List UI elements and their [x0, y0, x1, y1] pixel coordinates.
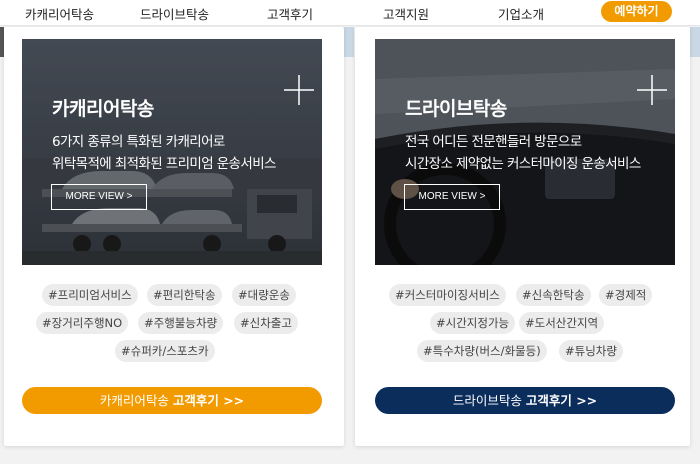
card-description-line1: 전국 어디든 전문핸들러 방문으로	[405, 134, 582, 150]
nav-item-drive[interactable]: 드라이브탁송	[140, 4, 209, 23]
cta-label: 드라이브탁송	[452, 393, 522, 408]
card-title: 카캐리어탁송	[52, 98, 154, 120]
card-description-line2: 위탁목적에 최적화된 프리미엄 운송서비스	[52, 156, 276, 172]
plus-icon[interactable]	[284, 75, 314, 105]
tag[interactable]: #주행불능차량	[138, 312, 224, 334]
tag[interactable]: #커스터마이징서비스	[389, 284, 506, 306]
tag[interactable]: #경제적	[599, 284, 653, 306]
drive-photo: 드라이브탁송 전국 어디든 전문핸들러 방문으로 시간장소 제약없는 커스터마이…	[375, 39, 675, 265]
tag[interactable]: #특수차량(버스/화물등)	[417, 340, 547, 362]
drive-reviews-button[interactable]: 드라이브탁송 고객후기 >>	[375, 387, 675, 414]
tag[interactable]: #시간지정가능	[430, 312, 516, 334]
reserve-button[interactable]: 예약하기	[601, 1, 672, 22]
cta-label: 카캐리어탁송	[99, 393, 169, 408]
cta-bold-label: 고객후기 >>	[525, 393, 598, 408]
tag[interactable]: #도서산간지역	[519, 312, 605, 334]
tag[interactable]: #편리한탁송	[147, 284, 222, 306]
service-card-drive: 드라이브탁송 전국 어디든 전문핸들러 방문으로 시간장소 제약없는 커스터마이…	[355, 27, 690, 446]
more-view-button[interactable]: MORE VIEW >	[51, 184, 147, 210]
tag[interactable]: #프리미엄서비스	[42, 284, 138, 306]
top-navigation: 카캐리어탁송 드라이브탁송 고객후기 고객지원 기업소개 예약하기	[0, 0, 700, 26]
tag[interactable]: #신속한탁송	[516, 284, 591, 306]
car-carrier-reviews-button[interactable]: 카캐리어탁송 고객후기 >>	[22, 387, 322, 414]
car-carrier-photo: 카캐리어탁송 6가지 종류의 특화된 카캐리어로 위탁목적에 최적화된 프리미엄…	[22, 39, 322, 265]
tag[interactable]: #슈퍼카/스포츠카	[115, 340, 215, 362]
tag[interactable]: #튜닝차량	[559, 340, 623, 362]
background-strip	[690, 27, 700, 57]
cta-bold-label: 고객후기 >>	[172, 393, 245, 408]
service-card-car-carrier: 카캐리어탁송 6가지 종류의 특화된 카캐리어로 위탁목적에 최적화된 프리미엄…	[4, 27, 344, 446]
tag[interactable]: #신차출고	[234, 312, 298, 334]
tag[interactable]: #장거리주행NO	[36, 312, 129, 334]
card-description-line2: 시간장소 제약없는 커스터마이징 운송서비스	[405, 156, 641, 172]
plus-icon[interactable]	[637, 75, 667, 105]
tag[interactable]: #대량운송	[232, 284, 296, 306]
card-description-line1: 6가지 종류의 특화된 카캐리어로	[52, 134, 225, 150]
nav-item-reviews[interactable]: 고객후기	[267, 4, 313, 23]
more-view-button[interactable]: MORE VIEW >	[404, 184, 500, 210]
nav-item-car-carrier[interactable]: 카캐리어탁송	[25, 4, 94, 23]
nav-item-company[interactable]: 기업소개	[498, 4, 544, 23]
nav-item-support[interactable]: 고객지원	[383, 4, 429, 23]
card-title: 드라이브탁송	[405, 98, 507, 120]
